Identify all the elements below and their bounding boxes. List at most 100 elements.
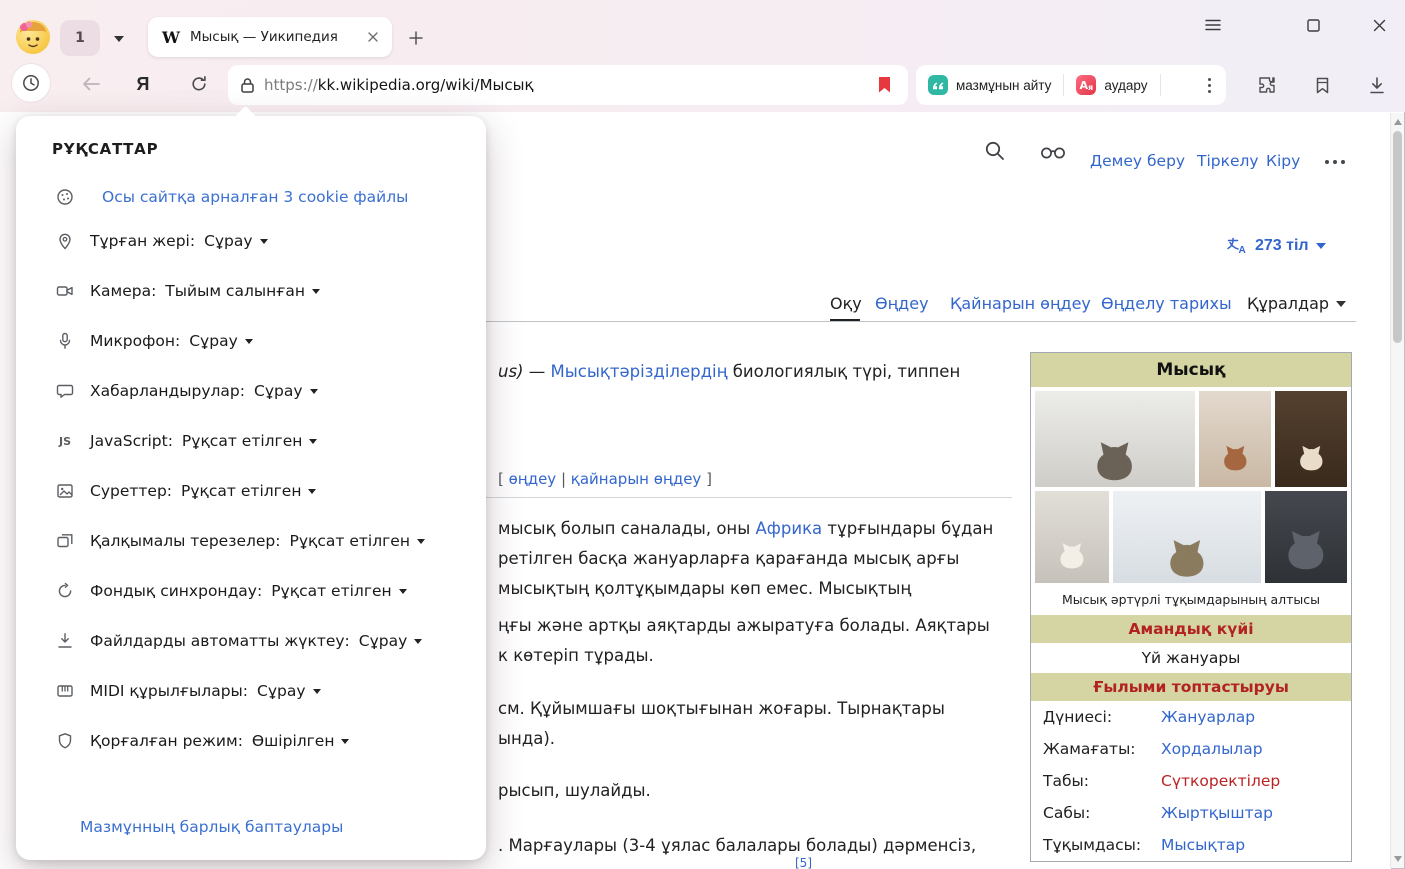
cookies-row[interactable]: Осы сайтқа арналған 3 cookie файлы: [56, 188, 486, 206]
scroll-up-arrow-icon[interactable]: [1394, 119, 1402, 125]
cat-photo-gray-closeup[interactable]: [1265, 491, 1347, 583]
permission-row-background-sync: Фондық синхрондау: Рұқсат етілген: [56, 566, 486, 616]
caret-down-icon: [341, 739, 349, 744]
notifications-permission-dropdown[interactable]: Сұрау: [254, 382, 318, 400]
address-bar[interactable]: https://kk.wikipedia.org/wiki/Мысық: [228, 65, 908, 105]
collections-flag-icon: [1313, 76, 1332, 95]
browser-tab-wikipedia[interactable]: W Мысық — Уикипедия: [148, 17, 392, 57]
felidae-link[interactable]: Мысықтәрізділердің: [551, 362, 728, 381]
translate-button[interactable]: Aя аудару: [1064, 65, 1159, 105]
profile-avatar[interactable]: [16, 20, 50, 54]
hamburger-icon: [1205, 18, 1221, 32]
africa-link[interactable]: Африка: [755, 519, 822, 538]
scrollbar-thumb[interactable]: [1393, 131, 1402, 343]
site-lock-icon[interactable]: [240, 77, 264, 94]
bookmark-flag-icon: [878, 77, 891, 93]
location-permission-dropdown[interactable]: Сұрау: [204, 232, 268, 250]
downloads-button[interactable]: [1360, 68, 1394, 102]
chevron-down-icon: [1316, 243, 1326, 249]
cat-photo-white-orange[interactable]: [1275, 391, 1347, 487]
tab-read[interactable]: Оқу: [830, 294, 862, 313]
yandex-button[interactable]: Я: [128, 70, 158, 98]
cookies-link[interactable]: Осы сайтқа арналған 3 cookie файлы: [102, 188, 408, 206]
close-window-button[interactable]: [1362, 10, 1396, 40]
bookmark-flag-button[interactable]: [872, 77, 896, 93]
paragraph-line: мысық болып саналады, оны Африка тұрғынд…: [498, 519, 993, 538]
kingdom-link[interactable]: Жануарлар: [1161, 708, 1255, 726]
scroll-down-arrow-icon[interactable]: [1394, 856, 1402, 862]
collections-button[interactable]: [1305, 68, 1339, 102]
taxonomy-row: Жамағаты: Хордалылар: [1031, 733, 1351, 765]
images-permission-dropdown[interactable]: Рұқсат етілген: [181, 482, 316, 500]
location-icon: [56, 232, 74, 250]
infobox-caption: Мысық әртүрлі тұқымдарының алтысы: [1031, 587, 1351, 615]
tab-group-chevron-button[interactable]: [104, 26, 134, 52]
tab-tools[interactable]: Құралдар: [1247, 294, 1346, 313]
extensions-button[interactable]: [1250, 68, 1284, 102]
cat-photo-tabby-snow[interactable]: [1113, 491, 1261, 583]
taxonomy-row: Тұқымдасы: Мысықтар: [1031, 829, 1351, 861]
cat-photo-siamese[interactable]: [1035, 491, 1109, 583]
donate-link[interactable]: Демеу беру: [1090, 152, 1185, 170]
tab-close-icon[interactable]: [364, 28, 382, 46]
register-link[interactable]: Тіркелу: [1197, 152, 1259, 170]
tab-edit[interactable]: Өңдеу: [875, 294, 929, 313]
language-icon: A: [1226, 236, 1248, 256]
background-sync-icon: [56, 582, 74, 600]
permission-row-images: Суреттер: Рұқсат етілген: [56, 466, 486, 516]
edit-section-link[interactable]: өңдеу: [509, 470, 557, 488]
taxonomy-row: Дүниесі: Жануарлар: [1031, 701, 1351, 733]
camera-icon: [56, 282, 74, 300]
history-button[interactable]: [12, 64, 50, 102]
popups-permission-dropdown[interactable]: Рұқсат етілген: [290, 532, 425, 550]
background-sync-permission-dropdown[interactable]: Рұқсат етілген: [271, 582, 406, 600]
tab-edit-source[interactable]: Қайнарын өңдеу: [950, 294, 1091, 313]
read-aloud-button[interactable]: мазмұнын айту: [916, 65, 1063, 105]
all-content-settings-link[interactable]: Мазмұнның барлық баптаулары: [80, 818, 343, 836]
shield-icon: [56, 732, 74, 750]
back-button[interactable]: [76, 70, 106, 98]
camera-permission-dropdown[interactable]: Тыйым салынған: [165, 282, 320, 300]
class-link[interactable]: Сүткоректілер: [1161, 772, 1280, 790]
javascript-permission-dropdown[interactable]: Рұқсат етілген: [182, 432, 317, 450]
reference-5-link[interactable]: [5]: [795, 856, 812, 869]
window-menu-button[interactable]: [1196, 10, 1230, 40]
midi-permission-dropdown[interactable]: Сұрау: [257, 682, 321, 700]
search-icon[interactable]: [984, 140, 1006, 162]
maximize-button[interactable]: [1296, 10, 1330, 40]
paragraph-line: к көтеріп тұрады.: [498, 646, 654, 665]
protected-mode-permission-dropdown[interactable]: Өшірілген: [252, 732, 350, 750]
new-tab-button[interactable]: [402, 24, 430, 52]
appearance-icon[interactable]: [1040, 144, 1066, 160]
caret-down-icon: [414, 639, 422, 644]
order-link[interactable]: Жыртқыштар: [1161, 804, 1273, 822]
caret-down-icon: [417, 539, 425, 544]
more-options-icon[interactable]: [1325, 160, 1345, 164]
language-selector-button[interactable]: A 273 тіл: [1226, 236, 1326, 256]
reload-icon: [190, 75, 208, 93]
microphone-permission-dropdown[interactable]: Сұрау: [189, 332, 253, 350]
caret-down-icon: [308, 489, 316, 494]
reload-button[interactable]: [184, 70, 214, 98]
taxobox: Мысық: [1030, 352, 1352, 862]
tab-title: Мысық — Уикипедия: [190, 29, 364, 45]
microphone-icon: [56, 332, 74, 350]
edit-source-section-link[interactable]: қайнарын өңдеу: [571, 470, 702, 488]
caret-down-icon: [260, 239, 268, 244]
read-aloud-icon: [928, 75, 948, 95]
tab-history[interactable]: Өңделу тарихы: [1101, 294, 1232, 313]
url-text: https://kk.wikipedia.org/wiki/Мысық: [264, 76, 872, 94]
cat-photo-abyssinian[interactable]: [1199, 391, 1271, 487]
auto-download-permission-dropdown[interactable]: Сұрау: [359, 632, 423, 650]
family-link[interactable]: Мысықтар: [1161, 836, 1245, 854]
caret-down-icon: [312, 289, 320, 294]
phylum-link[interactable]: Хордалылар: [1161, 740, 1263, 758]
yandex-logo-icon: Я: [137, 74, 150, 95]
cat-photo-tabby-lying[interactable]: [1035, 391, 1195, 487]
wikipedia-favicon: W: [162, 28, 180, 47]
browser-window: { "tabs_bar": { "group_badge": "1", "tab…: [0, 0, 1405, 869]
address-bar-menu-button[interactable]: [1192, 65, 1226, 105]
login-link[interactable]: Кіру: [1266, 152, 1300, 170]
page-scrollbar[interactable]: [1390, 113, 1404, 868]
tab-group-badge[interactable]: 1: [60, 20, 100, 56]
